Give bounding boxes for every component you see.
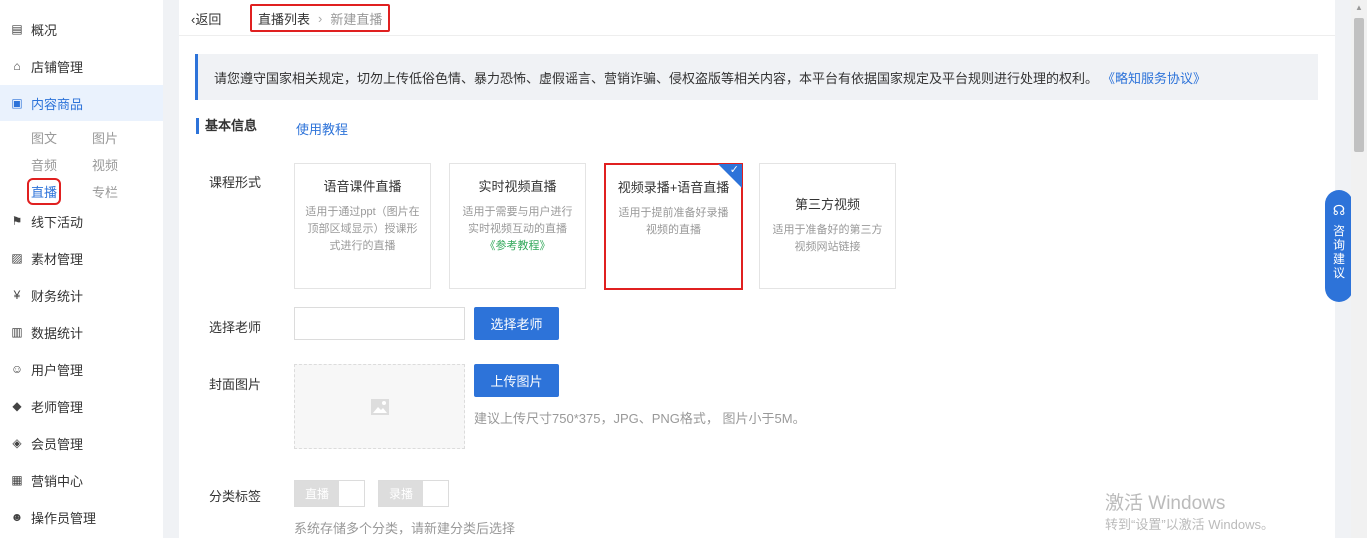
sidebar-item-finance[interactable]: ¥ 财务统计: [0, 277, 163, 313]
teacher-input[interactable]: [294, 307, 465, 340]
sidebar-item-members[interactable]: ◈ 会员管理: [0, 425, 163, 461]
graduation-cap-icon: ◆: [12, 399, 22, 413]
consult-label: 咨询建议: [1332, 224, 1345, 280]
sub-item-image[interactable]: 图片: [92, 128, 118, 147]
sidebar-item-label: 数据统计: [31, 325, 84, 341]
sidebar-item-content[interactable]: ▣ 内容商品: [0, 85, 163, 121]
course-card-voice[interactable]: 语音课件直播 适用于通过ppt（图片在顶部区域显示）授课形式进行的直播: [294, 163, 431, 289]
tags-hint: 系统存储多个分类，请新建分类后选择: [294, 521, 516, 536]
upload-image-button[interactable]: 上传图片: [474, 364, 559, 397]
service-agreement-link[interactable]: 《略知服务协议》: [1102, 68, 1206, 87]
checkmark-icon: ✓: [729, 164, 739, 176]
tag-toggle-live[interactable]: 直播: [294, 480, 365, 507]
card-title: 视频录播+语音直播: [617, 180, 730, 195]
header-bar: ‹返回 直播列表 › 新建直播: [179, 0, 1335, 36]
breadcrumb-current: 新建直播: [330, 11, 383, 27]
course-card-realtime-video[interactable]: 实时视频直播 适用于需要与用户进行实时视频互动的直播《参考教程》: [449, 163, 586, 289]
sidebar-item-label: 财务统计: [31, 288, 84, 304]
sub-item-video[interactable]: 视频: [92, 155, 118, 174]
consult-button[interactable]: ☊ 咨询建议: [1325, 190, 1353, 302]
sub-item-audio[interactable]: 音频: [31, 155, 57, 174]
course-card-third-party[interactable]: 第三方视频 适用于准备好的第三方视频网站链接: [759, 163, 896, 289]
card-title: 第三方视频: [794, 197, 860, 212]
scroll-up-arrow-icon[interactable]: ▲: [1355, 3, 1363, 12]
overview-icon: ▤: [11, 22, 23, 36]
member-diamond-icon: ◈: [12, 436, 22, 450]
card-desc: 适用于准备好的第三方视频网站链接: [772, 224, 883, 253]
bar-chart-icon: ▥: [11, 325, 23, 339]
tags-label: 分类标签: [209, 489, 262, 504]
cover-upload-area[interactable]: [294, 364, 465, 449]
sidebar-item-users[interactable]: ☺ 用户管理: [0, 351, 163, 387]
sidebar-item-operators[interactable]: ☻ 操作员管理: [0, 499, 163, 535]
sidebar-item-offline[interactable]: ⚑ 线下活动: [0, 203, 163, 239]
breadcrumb: 直播列表 › 新建直播: [250, 4, 391, 32]
sidebar-item-teachers[interactable]: ◆ 老师管理: [0, 388, 163, 424]
card-title: 语音课件直播: [323, 179, 402, 194]
sidebar-item-overview[interactable]: ▤ 概况: [0, 11, 163, 47]
card-desc: 适用于需要与用户进行实时视频互动的直播: [462, 206, 573, 235]
tag-label: 录播: [379, 481, 423, 506]
sidebar-item-label: 营销中心: [31, 473, 84, 489]
card-desc: 适用于通过ppt（图片在顶部区域显示）授课形式进行的直播: [305, 206, 420, 252]
tag-toggle-recorded[interactable]: 录播: [378, 480, 449, 507]
sidebar-item-label: 操作员管理: [31, 510, 97, 526]
sidebar: ▤ 概况 ⌂ 店铺管理 ▣ 内容商品 图文 图片 音频 视频 直播 专栏 ⚑ 线…: [0, 0, 163, 538]
windows-watermark-title: 激活 Windows: [1105, 493, 1226, 514]
notice-banner: 请您遵守国家相关规定，切勿上传低俗色情、暴力恐怖、虚假谣言、营销诈骗、侵权盗版等…: [195, 54, 1318, 100]
sidebar-item-label: 用户管理: [31, 362, 84, 378]
money-shield-icon: ¥: [13, 288, 21, 302]
sub-item-article[interactable]: 图文: [31, 128, 57, 147]
image-placeholder-icon: [370, 398, 389, 415]
notice-text: 请您遵守国家相关规定，切勿上传低俗色情、暴力恐怖、虚假谣言、营销诈骗、侵权盗版等…: [214, 70, 1099, 86]
sidebar-item-label: 内容商品: [31, 96, 84, 112]
store-icon: ⌂: [13, 59, 21, 73]
section-title: 基本信息: [196, 118, 257, 134]
scrollbar-thumb[interactable]: [1354, 18, 1364, 152]
user-icon: ☺: [10, 362, 24, 376]
upload-hint: 建议上传尺寸750*375，JPG、PNG格式， 图片小于5M。: [474, 411, 806, 426]
content-bag-icon: ▣: [11, 96, 23, 110]
sidebar-item-label: 会员管理: [31, 436, 84, 452]
select-teacher-button[interactable]: 选择老师: [474, 307, 559, 340]
course-card-recorded-voice[interactable]: ✓ 视频录播+语音直播 适用于提前准备好录播视频的直播: [604, 163, 743, 290]
image-icon: ▨: [11, 251, 23, 265]
sidebar-item-materials[interactable]: ▨ 素材管理: [0, 240, 163, 276]
chevron-right-icon: ›: [318, 10, 323, 26]
sub-item-column[interactable]: 专栏: [92, 182, 118, 201]
flag-icon: ⚑: [11, 214, 23, 228]
course-form-label: 课程形式: [209, 175, 262, 190]
sidebar-item-label: 线下活动: [31, 214, 84, 230]
headset-icon: ☊: [1332, 202, 1346, 218]
windows-watermark-subtitle: 转到“设置”以激活 Windows。: [1105, 517, 1275, 532]
back-button[interactable]: ‹返回: [191, 9, 221, 28]
sidebar-item-label: 素材管理: [31, 251, 84, 267]
sidebar-item-label: 概况: [31, 22, 58, 38]
sidebar-item-label: 店铺管理: [31, 59, 84, 75]
cover-label: 封面图片: [209, 377, 262, 392]
card-desc: 适用于提前准备好录播视频的直播: [618, 207, 729, 236]
sidebar-item-data[interactable]: ▥ 数据统计: [0, 314, 163, 350]
card-title: 实时视频直播: [478, 179, 557, 194]
breadcrumb-live-list[interactable]: 直播列表: [258, 9, 310, 28]
marketing-icon: ▦: [11, 473, 23, 487]
operator-icon: ☻: [10, 510, 24, 524]
sidebar-item-label: 老师管理: [31, 399, 84, 415]
tutorial-link[interactable]: 使用教程: [296, 119, 348, 138]
sub-item-live[interactable]: 直播: [26, 178, 62, 205]
scrollbar[interactable]: ▲: [1351, 0, 1367, 538]
teacher-label: 选择老师: [209, 320, 262, 335]
sidebar-item-marketing[interactable]: ▦ 营销中心: [0, 462, 163, 498]
reference-tutorial-link[interactable]: 《参考教程》: [485, 240, 551, 252]
tag-label: 直播: [295, 481, 339, 506]
main-panel: 请您遵守国家相关规定，切勿上传低俗色情、暴力恐怖、虚假谣言、营销诈骗、侵权盗版等…: [179, 36, 1335, 538]
sidebar-item-store[interactable]: ⌂ 店铺管理: [0, 48, 163, 84]
